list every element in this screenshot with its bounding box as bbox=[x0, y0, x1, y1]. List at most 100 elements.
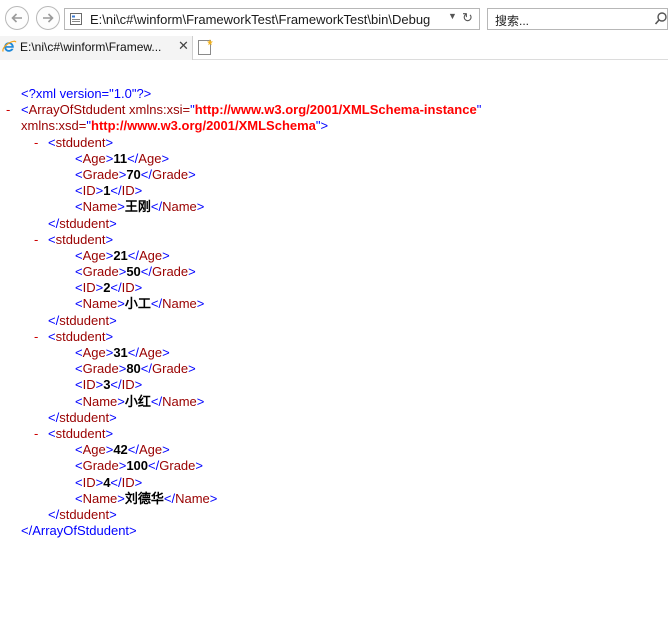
field-tag-name: ID bbox=[121, 377, 135, 393]
collapse-toggle[interactable]: - bbox=[34, 329, 38, 345]
root-open-line-2: xmlns:xsd="http://www.w3.org/2001/XMLSch… bbox=[0, 118, 668, 134]
forward-icon bbox=[43, 13, 54, 23]
forward-button[interactable] bbox=[36, 6, 60, 30]
bracket: > bbox=[105, 231, 114, 247]
tab-current[interactable]: E:\ni\c#\winform\Framew... ✕ bbox=[0, 36, 193, 60]
field-tag-name: Age bbox=[82, 345, 106, 360]
collapse-toggle[interactable]: - bbox=[6, 102, 10, 118]
new-tab-icon[interactable] bbox=[196, 38, 214, 57]
bracket: > bbox=[162, 442, 170, 458]
refresh-icon[interactable]: ↻ bbox=[462, 10, 473, 26]
tab-title[interactable]: E:\ni\c#\winform\Framew... bbox=[20, 40, 161, 54]
item-tag-name: stdudent bbox=[55, 231, 106, 247]
xml-line-text: <Name>王刚</Name> bbox=[75, 199, 204, 215]
dropdown-icon[interactable]: ▼ bbox=[448, 11, 457, 21]
bracket: > bbox=[195, 458, 203, 474]
xml-line-text: <Age>11</Age> bbox=[75, 151, 169, 167]
field-value: 31 bbox=[113, 345, 128, 360]
xml-declaration-line: <?xml version="1.0"?> bbox=[0, 86, 668, 102]
xml-line-text: <?xml version="1.0"?> bbox=[21, 86, 151, 102]
root-tag-name: ArrayOfStdudent bbox=[28, 102, 126, 118]
field-tag-name: Age bbox=[138, 150, 162, 166]
bracket: > bbox=[188, 264, 196, 280]
stdudent-close-1: </stdudent> bbox=[0, 216, 668, 232]
field-tag-name: Age bbox=[139, 442, 163, 458]
xml-document: <?xml version="1.0"?> - <ArrayOfStdudent x… bbox=[0, 86, 668, 539]
xml-line-text: <ID>4</ID> bbox=[75, 475, 142, 491]
field-id: <ID>4</ID> bbox=[0, 475, 668, 491]
address-bar[interactable]: E:\ni\c#\winform\FrameworkTest\Framework… bbox=[64, 8, 480, 30]
bracket: < bbox=[75, 458, 83, 474]
xml-line-text: xmlns:xsd="http://www.w3.org/2001/XMLSch… bbox=[21, 118, 328, 134]
search-input[interactable]: 搜索... bbox=[495, 12, 529, 29]
item-tag-name: stdudent bbox=[59, 409, 110, 425]
field-tag-name: Name bbox=[82, 393, 118, 409]
xml-line-text: <Name>小工</Name> bbox=[75, 296, 204, 312]
bracket: < bbox=[48, 425, 56, 441]
xml-line-text: <Age>31</Age> bbox=[75, 345, 170, 361]
collapse-toggle[interactable]: - bbox=[34, 232, 38, 248]
bracket: > bbox=[134, 183, 143, 199]
bracket: </ bbox=[140, 166, 153, 182]
field-tag-name: ID bbox=[121, 280, 135, 296]
navigation-bar: E:\ni\c#\winform\FrameworkTest\Framework… bbox=[0, 0, 668, 36]
field-tag-name: ID bbox=[121, 474, 135, 490]
close-icon[interactable]: ✕ bbox=[178, 38, 189, 54]
xml-line-text: <stdudent> bbox=[48, 135, 113, 151]
stdudent-open-4: - <stdudent> bbox=[0, 426, 668, 442]
field-value: 42 bbox=[113, 442, 128, 458]
root-close-line: </ArrayOfStdudent> bbox=[0, 523, 668, 539]
xml-line-text: <Grade>100</Grade> bbox=[75, 458, 203, 474]
field-value: 21 bbox=[113, 247, 128, 263]
xml-line-text: <Age>42</Age> bbox=[75, 442, 170, 458]
field-tag-name: Grade bbox=[159, 458, 196, 474]
bracket: </ bbox=[110, 474, 122, 490]
xml-line-text: </stdudent> bbox=[48, 507, 117, 523]
bracket: > bbox=[105, 134, 114, 150]
field-tag-name: Name bbox=[162, 199, 197, 215]
field-age: <Age>21</Age> bbox=[0, 248, 668, 264]
bracket: < bbox=[75, 442, 83, 458]
field-name: <Name>刘德华</Name> bbox=[0, 491, 668, 507]
bracket: </ bbox=[48, 409, 60, 425]
bracket: < bbox=[75, 150, 83, 166]
field-tag-name: ID bbox=[82, 474, 96, 490]
search-icon[interactable] bbox=[654, 11, 668, 27]
bracket: </ bbox=[48, 506, 60, 522]
search-box[interactable]: 搜索... bbox=[487, 8, 668, 30]
bracket: > bbox=[117, 199, 125, 215]
field-age: <Age>11</Age> bbox=[0, 151, 668, 167]
item-tag-name: stdudent bbox=[55, 134, 106, 150]
xml-line-text: <ID>1</ID> bbox=[75, 183, 142, 199]
bracket: </ bbox=[148, 458, 160, 474]
bracket: </ bbox=[150, 296, 163, 312]
item-tag-name: stdudent bbox=[59, 506, 110, 522]
field-grade: <Grade>100</Grade> bbox=[0, 458, 668, 474]
bracket: </ bbox=[150, 199, 163, 215]
field-value: 11 bbox=[113, 150, 128, 166]
attr-value: http://www.w3.org/2001/XMLSchema-instanc… bbox=[194, 102, 477, 118]
bracket: </ bbox=[110, 183, 122, 199]
field-id: <ID>2</ID> bbox=[0, 280, 668, 296]
bracket: </ bbox=[140, 264, 153, 280]
field-tag-name: Age bbox=[82, 442, 106, 458]
address-text[interactable]: E:\ni\c#\winform\FrameworkTest\Framework… bbox=[90, 12, 430, 27]
xml-line-text: <ID>3</ID> bbox=[75, 377, 142, 393]
field-tag-name: ID bbox=[82, 183, 96, 199]
collapse-toggle[interactable]: - bbox=[34, 135, 38, 151]
tab-bar: E:\ni\c#\winform\Framew... ✕ bbox=[0, 36, 668, 60]
xml-line-text: <stdudent> bbox=[48, 426, 113, 442]
bracket: </ bbox=[150, 393, 163, 409]
field-value: 小红 bbox=[124, 393, 151, 409]
bracket: > bbox=[105, 328, 114, 344]
bracket: > bbox=[196, 296, 205, 312]
back-button[interactable] bbox=[5, 6, 29, 30]
field-value: 王刚 bbox=[124, 199, 151, 215]
field-tag-name: ID bbox=[121, 183, 135, 199]
bracket: < bbox=[21, 102, 29, 118]
collapse-toggle[interactable]: - bbox=[34, 426, 38, 442]
bracket: </ bbox=[127, 442, 140, 458]
bracket: < bbox=[75, 361, 83, 377]
item-tag-name: stdudent bbox=[55, 425, 106, 441]
stdudent-close-3: </stdudent> bbox=[0, 410, 668, 426]
